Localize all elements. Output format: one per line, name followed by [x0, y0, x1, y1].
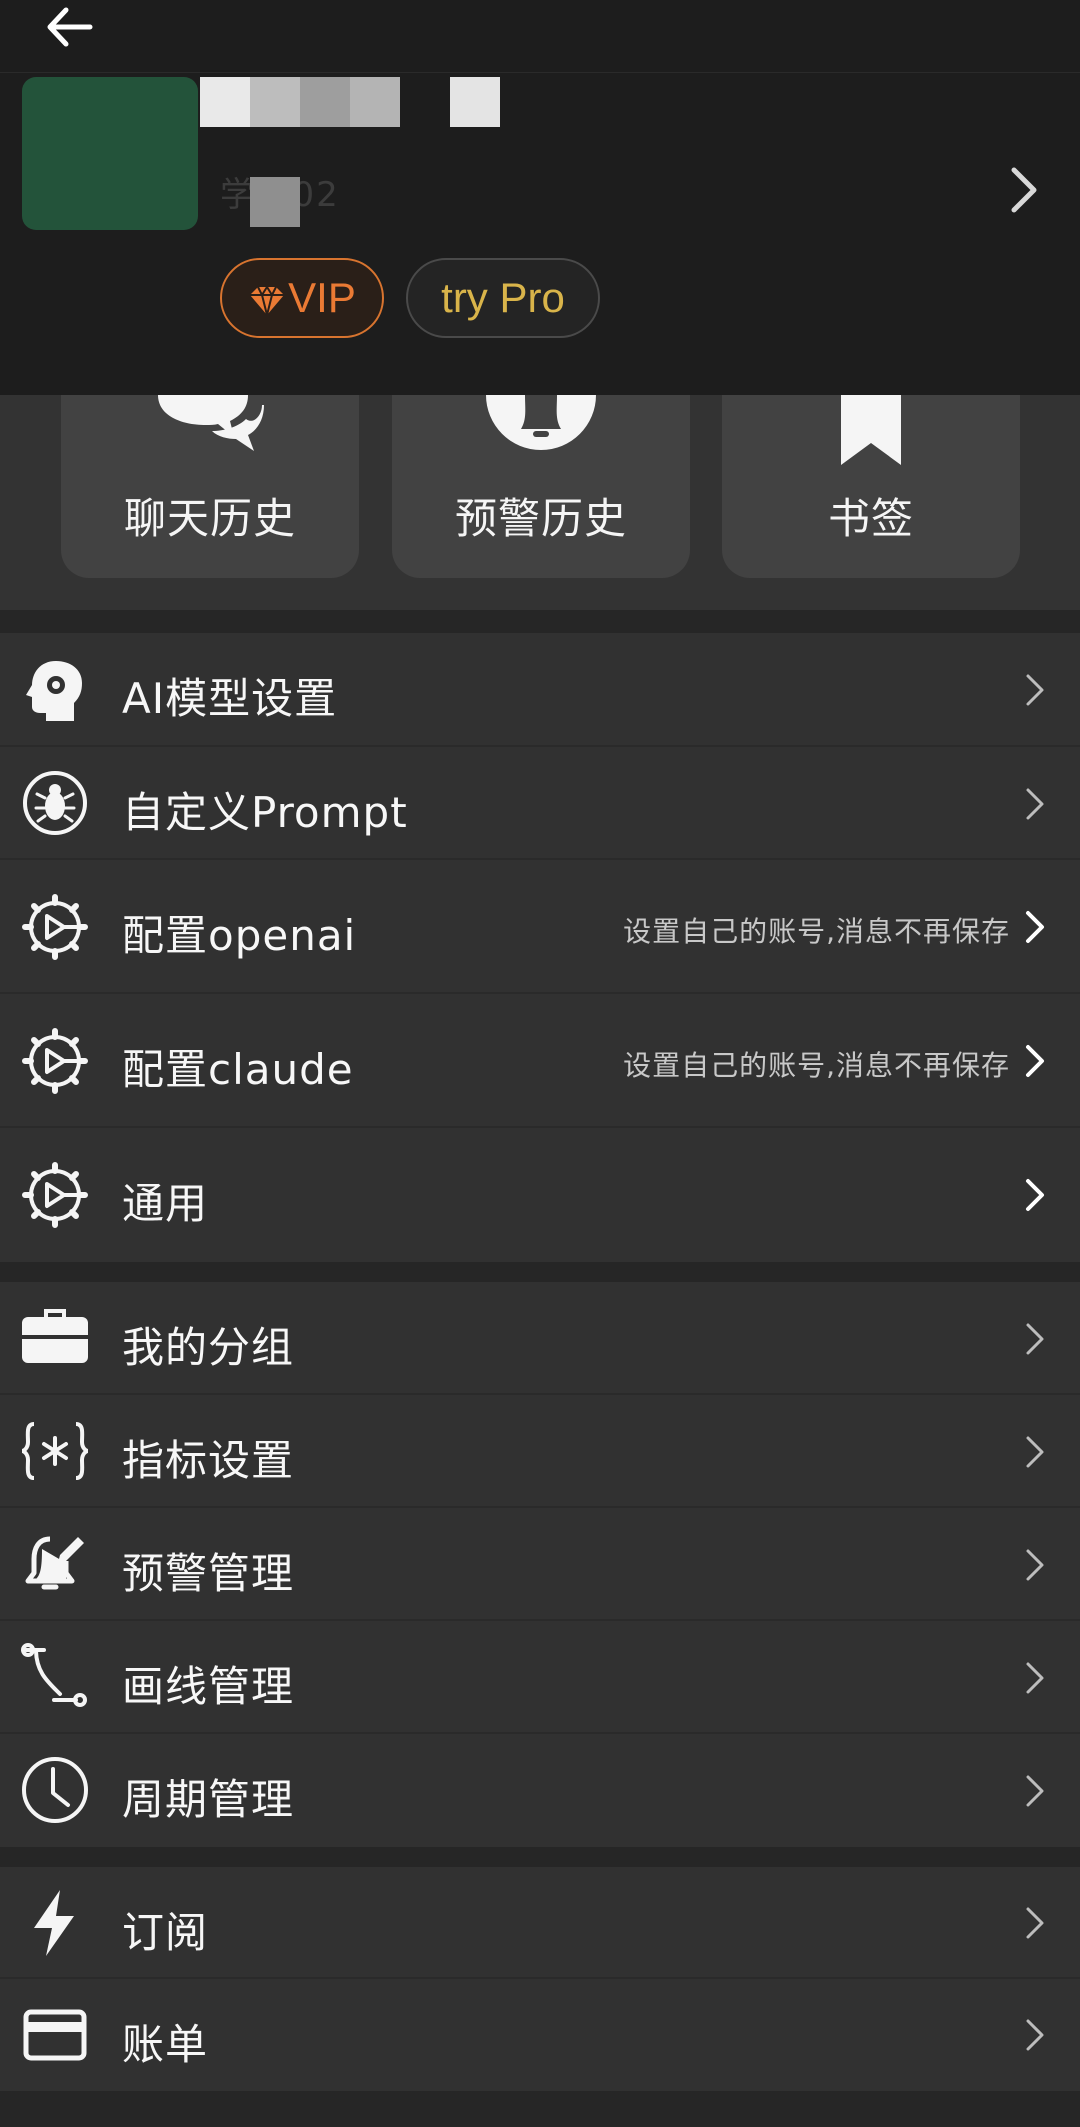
manage-row-my-groups[interactable]: 我的分组	[0, 1282, 1080, 1395]
clock-icon	[22, 1757, 88, 1823]
chevron-right-icon	[1026, 788, 1044, 820]
chevron-right-icon	[1026, 1907, 1044, 1939]
bell-icon	[486, 395, 596, 450]
vip-label: VIP	[288, 274, 356, 321]
chat-history-card[interactable]: 聊天历史	[61, 395, 359, 578]
shortcut-cards: 聊天历史 预警历史 书签	[0, 395, 1080, 610]
chat-bubbles-icon	[158, 395, 264, 451]
briefcase-icon	[22, 1309, 88, 1363]
alert-history-card[interactable]: 预警历史	[392, 395, 690, 578]
config-claude-hint: 设置自己的账号,消息不再保存	[623, 1049, 1010, 1082]
line-draw-icon	[21, 1643, 87, 1707]
vip-badge[interactable]: VIP	[220, 258, 384, 338]
chevron-right-icon	[1026, 911, 1044, 943]
diamond-icon	[250, 285, 285, 316]
custom-prompt-label: 自定义Prompt	[122, 788, 408, 837]
config-openai-label: 配置openai	[122, 911, 357, 960]
billing-row-subscription[interactable]: 订阅	[0, 1867, 1080, 1979]
user-subtitle-redacted: 学 202	[220, 165, 500, 227]
try-pro-label: try Pro	[441, 274, 565, 321]
arrow-left-icon	[47, 7, 93, 47]
bug-icon	[23, 771, 87, 835]
credit-card-icon	[23, 2009, 87, 2061]
chat-history-label: 聊天历史	[123, 494, 296, 543]
my-groups-label: 我的分组	[122, 1323, 295, 1372]
general-label: 通用	[122, 1179, 209, 1228]
settings-row-custom-prompt[interactable]: 自定义Prompt	[0, 747, 1080, 860]
braces-asterisk-icon	[21, 1422, 89, 1480]
settings-row-ai-model[interactable]: AI模型设置	[0, 633, 1080, 747]
chevron-right-icon	[1026, 1323, 1044, 1355]
period-management-label: 周期管理	[122, 1775, 295, 1824]
chevron-right-icon	[1026, 674, 1044, 706]
manage-row-indicators[interactable]: 指标设置	[0, 1395, 1080, 1508]
alert-history-label: 预警历史	[454, 494, 627, 543]
lightning-icon	[34, 1890, 74, 1956]
bookmarks-card[interactable]: 书签	[722, 395, 1020, 578]
chevron-right-icon	[1026, 1045, 1044, 1077]
section-divider	[0, 1847, 1080, 1867]
billing-row-bills[interactable]: 账单	[0, 1979, 1080, 2091]
bookmarks-label: 书签	[827, 494, 914, 543]
config-claude-label: 配置claude	[122, 1045, 354, 1094]
try-pro-button[interactable]: try Pro	[406, 258, 600, 338]
username-redacted	[200, 77, 500, 127]
config-openai-hint: 设置自己的账号,消息不再保存	[623, 915, 1010, 948]
settings-row-general[interactable]: 通用	[0, 1128, 1080, 1262]
profile-chevron-icon[interactable]	[1000, 160, 1050, 220]
chevron-right-icon	[1026, 1775, 1044, 1807]
manage-row-periods[interactable]: 周期管理	[0, 1734, 1080, 1847]
drawing-management-label: 画线管理	[122, 1662, 295, 1711]
chevron-right-icon	[1026, 1549, 1044, 1581]
top-bar	[0, 0, 1080, 73]
alert-management-label: 预警管理	[122, 1549, 295, 1598]
back-button[interactable]	[40, 0, 110, 54]
manage-row-drawings[interactable]: 画线管理	[0, 1621, 1080, 1734]
chevron-right-icon	[1026, 1179, 1044, 1211]
gear-icon	[22, 1028, 88, 1094]
section-divider	[0, 1262, 1080, 1282]
settings-row-claude[interactable]: 配置claude 设置自己的账号,消息不再保存	[0, 994, 1080, 1128]
gear-icon	[22, 894, 88, 960]
bookmark-icon	[841, 395, 901, 465]
ai-head-gear-icon	[26, 661, 82, 721]
ai-model-settings-label: AI模型设置	[122, 674, 338, 723]
indicator-settings-label: 指标设置	[122, 1436, 295, 1485]
bills-label: 账单	[122, 2020, 209, 2069]
chevron-right-icon	[1026, 2019, 1044, 2051]
bell-edit-icon	[25, 1536, 84, 1590]
profile-header: 学 202 VIP try Pro	[0, 0, 1080, 395]
chevron-right-icon	[1026, 1662, 1044, 1694]
avatar[interactable]	[22, 77, 198, 230]
settings-row-openai[interactable]: 配置openai 设置自己的账号,消息不再保存	[0, 860, 1080, 994]
subscription-label: 订阅	[122, 1908, 209, 1957]
manage-row-alerts[interactable]: 预警管理	[0, 1508, 1080, 1621]
gear-icon	[22, 1162, 88, 1228]
chevron-right-icon	[1026, 1436, 1044, 1468]
